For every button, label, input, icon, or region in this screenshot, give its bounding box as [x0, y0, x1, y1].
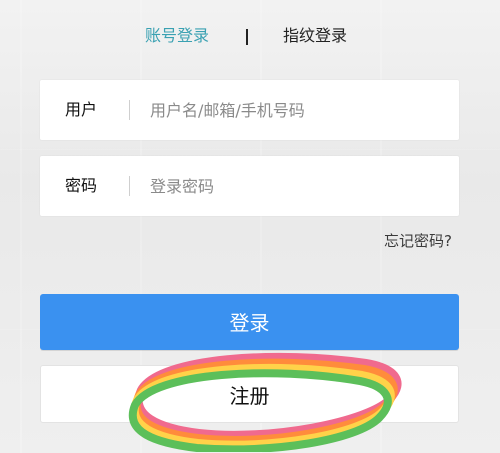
register-button[interactable]: 注册 — [40, 365, 459, 423]
username-input[interactable] — [150, 80, 450, 140]
login-button[interactable]: 登录 — [40, 294, 459, 350]
password-field: 密码 — [40, 156, 459, 216]
password-label: 密码 — [65, 176, 98, 195]
forgot-password-link[interactable]: 忘记密码? — [384, 229, 452, 253]
username-field: 用户 — [40, 80, 459, 140]
tab-account-login[interactable]: 账号登录 — [145, 23, 209, 49]
login-tabs: 账号登录 指纹登录 — [0, 23, 500, 49]
password-input[interactable] — [150, 156, 450, 216]
username-separator — [129, 100, 130, 120]
tab-divider — [246, 29, 248, 45]
tab-fingerprint-login[interactable]: 指纹登录 — [283, 23, 347, 49]
username-label: 用户 — [65, 100, 98, 119]
password-separator — [129, 176, 130, 196]
